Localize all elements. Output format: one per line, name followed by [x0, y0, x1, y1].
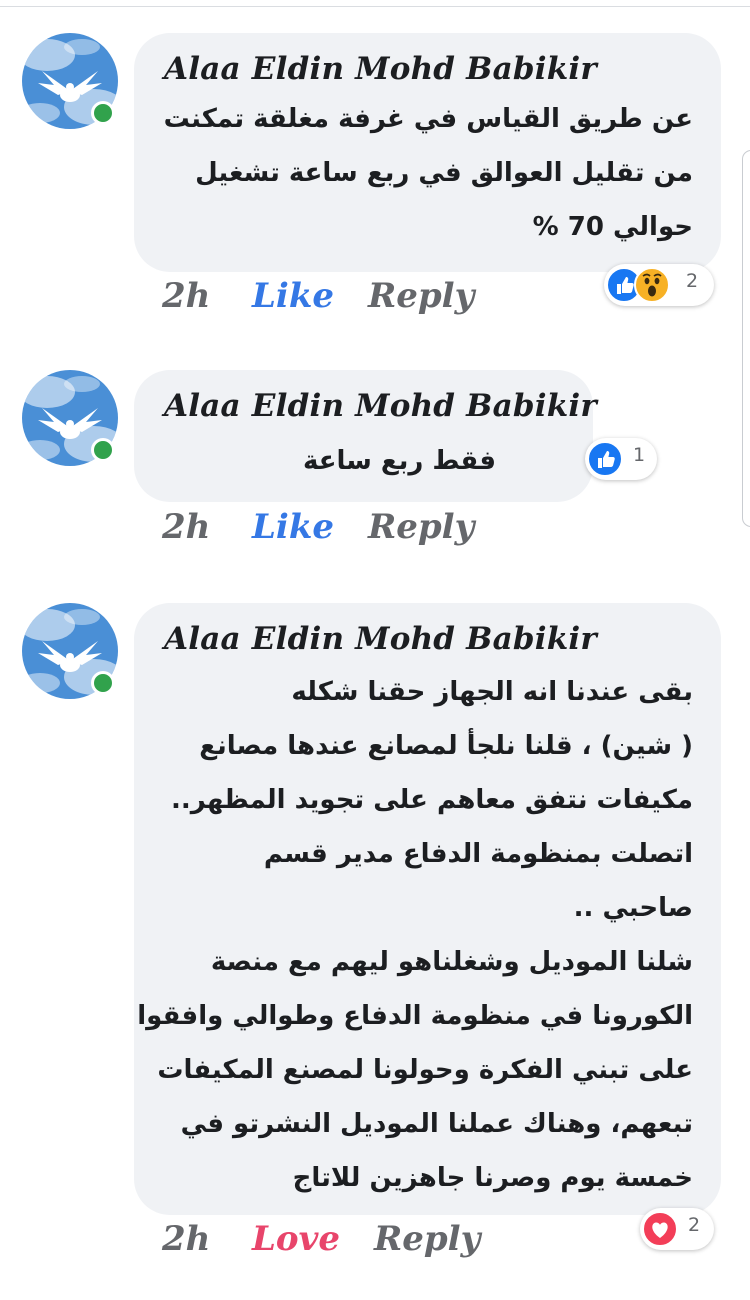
comment-bubble[interactable]: Alaa Eldin Mohd Babikir عن طريق القياس ف…	[134, 33, 721, 272]
reply-button[interactable]: Reply	[368, 507, 474, 547]
top-divider	[0, 6, 750, 7]
reaction-count: 2	[688, 1214, 701, 1236]
online-status-dot	[91, 438, 115, 462]
comment-line: الكورونا في منظومة الدفاع وطوالي وافقوا	[137, 1001, 693, 1031]
comment-line: بقى عندنا انه الجهاز حقنا شكله	[291, 677, 693, 707]
reaction-count: 2	[686, 270, 699, 292]
reply-button[interactable]: Reply	[368, 276, 474, 316]
reaction-summary[interactable]: 1	[585, 438, 657, 480]
timestamp[interactable]: 2h	[162, 507, 210, 547]
comment-line: فقط ربع ساعة	[302, 446, 496, 476]
online-status-dot	[91, 671, 115, 695]
comment-text: بقى عندنا انه الجهاز حقنا شكله ( شين) ، …	[137, 665, 693, 1205]
reply-button[interactable]: Reply	[374, 1219, 480, 1259]
reaction-count: 1	[633, 444, 646, 466]
timestamp[interactable]: 2h	[162, 276, 210, 316]
reaction-summary[interactable]: 2	[604, 264, 714, 306]
comment-line: عن طريق القياس في غرفة مغلقة تمكنت	[163, 104, 693, 134]
comment-line: من تقليل العوالق في ربع ساعة تشغيل	[195, 158, 693, 188]
author-name[interactable]: Alaa Eldin Mohd Babikir	[164, 51, 597, 87]
comment-line: اتصلت بمنظومة الدفاع مدير قسم	[263, 839, 693, 869]
comment-line: صاحبي ..	[573, 893, 693, 923]
comment-line: مكيفات نتفق معاهم على تجويد المظهر..	[171, 785, 693, 815]
comment-line: حوالي 70 %	[532, 212, 693, 242]
comment-text: فقط ربع ساعة	[303, 434, 496, 488]
wow-icon	[634, 267, 670, 303]
like-icon	[587, 441, 623, 477]
like-button[interactable]: Like	[252, 276, 334, 316]
like-button[interactable]: Like	[252, 507, 334, 547]
comment-text: عن طريق القياس في غرفة مغلقة تمكنت من تق…	[164, 92, 693, 254]
scrollbar[interactable]	[742, 150, 750, 527]
author-name[interactable]: Alaa Eldin Mohd Babikir	[164, 621, 597, 657]
love-icon	[642, 1211, 678, 1247]
comment-line: شلنا الموديل وشغلناهو ليهم مع منصة	[210, 947, 693, 977]
online-status-dot	[91, 101, 115, 125]
comment-line: ( شين) ، قلنا نلجأ لمصانع عندها مصانع	[199, 731, 693, 761]
comment-line: على تبني الفكرة وحولونا لمصنع المكيفات	[157, 1055, 693, 1085]
author-name[interactable]: Alaa Eldin Mohd Babikir	[164, 388, 597, 424]
comment-bubble[interactable]: Alaa Eldin Mohd Babikir فقط ربع ساعة	[134, 370, 597, 502]
comment-line: تبعهم، وهناك عملنا الموديل النشرتو في	[180, 1109, 693, 1139]
comment-bubble[interactable]: Alaa Eldin Mohd Babikir بقى عندنا انه ال…	[134, 603, 721, 1215]
reaction-summary[interactable]: 2	[640, 1208, 714, 1250]
timestamp[interactable]: 2h	[162, 1219, 210, 1259]
love-button[interactable]: Love	[252, 1219, 340, 1259]
comment-line: خمسة يوم وصرنا جاهزين للاتاج	[292, 1163, 693, 1193]
